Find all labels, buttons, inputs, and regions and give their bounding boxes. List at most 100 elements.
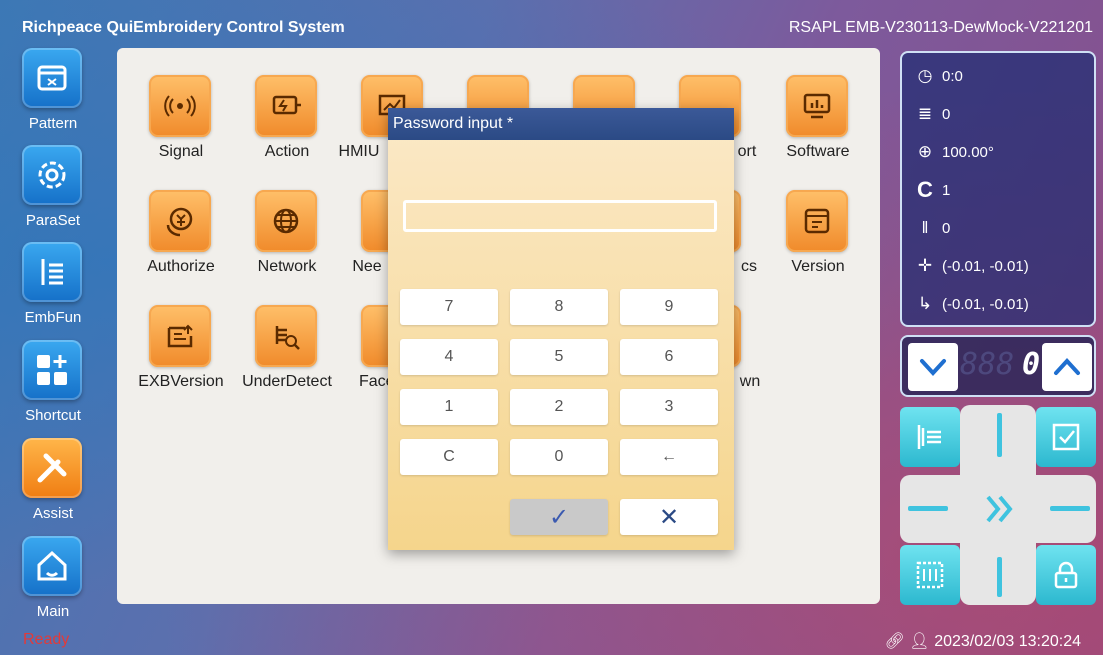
pattern-folder-icon[interactable] [22, 48, 82, 108]
nav-label: Main [36, 603, 70, 620]
tile-exbversion[interactable]: EXBVersion [117, 305, 224, 405]
exb-version-icon[interactable] [149, 305, 211, 367]
key-1[interactable]: 1 [400, 389, 498, 425]
info-stitches-value: 0 [942, 105, 951, 123]
info-time-value: 0:0 [942, 67, 963, 85]
info-needle-value: 0 [942, 219, 951, 237]
status-datetime: 2023/02/03 13:20:24 [934, 633, 1081, 650]
password-input[interactable] [403, 200, 717, 232]
nav-label: Shortcut [25, 407, 81, 424]
dpad-right-button[interactable] [1050, 506, 1090, 511]
key-0[interactable]: 0 [510, 439, 608, 475]
dialog-title: Password input * [393, 115, 514, 132]
info-speed-value: 100.00° [942, 143, 994, 161]
link-icon: 🔗︎ [884, 633, 905, 650]
info-time: ◷ 0:0 [914, 63, 963, 89]
origin-corner-icon: ↳ [917, 294, 933, 313]
nav-label: ParaSet [25, 212, 81, 229]
nav-label: Pattern [28, 115, 78, 132]
embroidery-icon[interactable] [22, 242, 82, 302]
tile-version[interactable]: Version [754, 190, 860, 290]
clock-icon: ◷ [917, 66, 933, 85]
needle-small-icon: ǁ [921, 218, 929, 237]
pattern-check-icon [1052, 423, 1080, 451]
tile-label: HMIU [338, 143, 380, 160]
crosshair-icon: ✛ [917, 256, 933, 275]
info-stitches: ≣ 0 [914, 101, 950, 127]
needle-bar-icon [917, 425, 941, 449]
info-speed: ⊕ 100.00° [914, 139, 994, 165]
dialog-title-bar[interactable]: Password input * [388, 108, 734, 140]
software-icon[interactable] [786, 75, 848, 137]
tile-signal[interactable]: Signal [117, 75, 223, 175]
info-position: ✛ (-0.01, -0.01) [914, 253, 1029, 279]
key-9[interactable]: 9 [620, 289, 718, 325]
key-6[interactable]: 6 [620, 339, 718, 375]
under-detect-icon[interactable] [255, 305, 317, 367]
fast-forward-icon[interactable] [980, 489, 1020, 529]
network-icon[interactable] [255, 190, 317, 252]
needle-select-button[interactable] [900, 407, 960, 467]
action-icon[interactable] [255, 75, 317, 137]
status-right: 🔗︎ 👤︎ 2023/02/03 13:20:24 [885, 631, 1081, 651]
confirm-button[interactable]: ✓ [510, 499, 608, 535]
key-8[interactable]: 8 [510, 289, 608, 325]
nav-item-embfun[interactable]: EmbFun [14, 242, 94, 332]
key-2[interactable]: 2 [510, 389, 608, 425]
tile-network[interactable]: Network [223, 190, 329, 290]
increment-button[interactable] [1042, 343, 1092, 391]
tile-action[interactable]: Action [223, 75, 329, 175]
dpad-left-button[interactable] [908, 506, 948, 511]
cancel-button[interactable]: ✕ [620, 499, 718, 535]
stitch-count-icon: ≣ [917, 104, 933, 123]
nav-item-assist[interactable]: Assist [14, 438, 94, 528]
user-icon[interactable]: 👤︎ [909, 633, 929, 650]
info-color: C 1 [914, 177, 950, 203]
nav-item-shortcut[interactable]: Shortcut [14, 340, 94, 430]
tile-label: Version [791, 258, 845, 275]
info-origin-value: (-0.01, -0.01) [942, 295, 1029, 313]
shortcut-grid-icon[interactable] [22, 340, 82, 400]
dpad-up-button[interactable] [997, 413, 1002, 457]
tile-authorize[interactable]: Authorize [117, 190, 223, 290]
nav-label: EmbFun [24, 309, 82, 326]
info-needle: ǁ 0 [914, 215, 950, 241]
speed-plus-icon: ⊕ [917, 142, 933, 161]
lock-button[interactable] [1036, 545, 1096, 605]
key-5[interactable]: 5 [510, 339, 608, 375]
key-4[interactable]: 4 [400, 339, 498, 375]
key-clear[interactable]: C [400, 439, 498, 475]
nav-item-pattern[interactable]: Pattern [14, 48, 94, 138]
dpad-down-button[interactable] [997, 557, 1002, 597]
tile-underdetect[interactable]: UnderDetect [223, 305, 332, 405]
info-origin: ↳ (-0.01, -0.01) [914, 291, 1029, 317]
needle-counter: 888 0 [900, 335, 1096, 397]
counter-value: 0 [1021, 347, 1040, 382]
key-backspace[interactable]: ← [620, 439, 718, 475]
title-bar: Richpeace QuiEmbroidery Control System R… [0, 10, 1103, 48]
pattern-check-button[interactable] [1036, 407, 1096, 467]
chevron-up-icon [1054, 358, 1080, 375]
nav-item-paraset[interactable]: ParaSet [14, 145, 94, 235]
signal-icon[interactable] [149, 75, 211, 137]
app-frame: Richpeace QuiEmbroidery Control System R… [0, 0, 1103, 655]
key-7[interactable]: 7 [400, 289, 498, 325]
key-3[interactable]: 3 [620, 389, 718, 425]
tile-software[interactable]: Software [754, 75, 860, 175]
status-text: Ready [23, 631, 70, 648]
frame-trace-button[interactable] [900, 545, 960, 605]
version-icon[interactable] [786, 190, 848, 252]
decrement-button[interactable] [908, 343, 958, 391]
home-icon[interactable] [22, 536, 82, 596]
authorize-icon[interactable] [149, 190, 211, 252]
lock-icon [1054, 561, 1078, 589]
info-position-value: (-0.01, -0.01) [942, 257, 1029, 275]
machine-info-panel: ◷ 0:0 ≣ 0 ⊕ 100.00° C 1 ǁ 0 ✛ (-0.01, -0… [900, 51, 1096, 327]
tile-label: Software [786, 143, 850, 160]
tools-icon[interactable] [22, 438, 82, 498]
gear-icon[interactable] [22, 145, 82, 205]
nav-item-main[interactable]: Main [14, 536, 94, 626]
info-color-value: 1 [942, 181, 951, 199]
nav-label: Assist [32, 505, 73, 522]
app-version: RSAPL EMB-V230113-DewMock-V221201 [788, 19, 1093, 36]
